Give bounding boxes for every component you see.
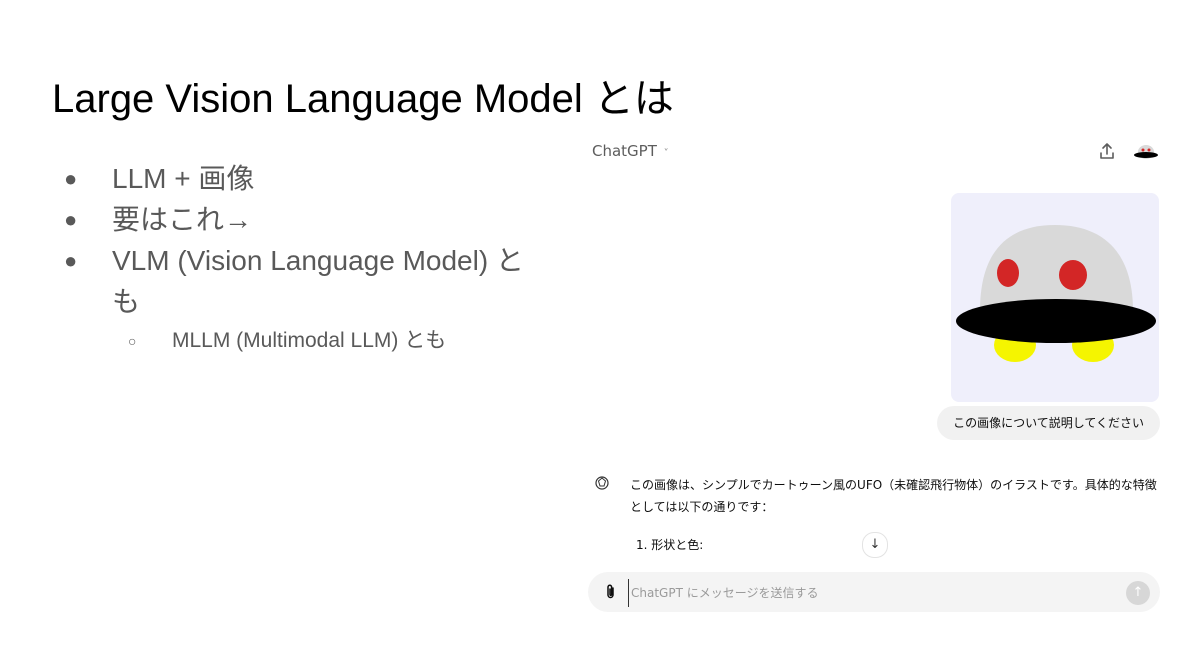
sub-bullet-text: MLLM (Multimodal LLM) とも (172, 329, 447, 352)
avatar[interactable] (1132, 138, 1160, 166)
slide: Large Vision Language Model とは ● LLM + 画… (0, 0, 1196, 669)
bullet-text: LLM + 画像 (112, 163, 255, 194)
user-uploaded-image[interactable] (951, 193, 1159, 402)
bullet-item: ● 要はこれ→ (62, 199, 542, 240)
assistant-list-item: 1. 形状と色: (636, 538, 704, 552)
model-selector-label: ChatGPT (592, 142, 657, 160)
bullet-item: ● VLM (Vision Language Model) とも (62, 240, 532, 322)
bullet-dot-icon: ● (64, 207, 78, 232)
chatgpt-screenshot: ChatGPT ˅ この画像について説明してください この画像は、シンプルでカー… (580, 130, 1176, 630)
model-selector[interactable]: ChatGPT ˅ (592, 142, 669, 160)
slide-title: Large Vision Language Model とは (52, 77, 674, 121)
bullet-text: VLM (Vision Language Model) とも (112, 245, 524, 317)
scroll-down-button[interactable]: ↓ (862, 532, 888, 558)
bullet-list: ● LLM + 画像 ● 要はこれ→ ● VLM (Vision Languag… (62, 158, 542, 358)
assistant-response: この画像は、シンプルでカートゥーン風のUFO（未確認飛行物体）のイラストです。具… (630, 478, 1157, 514)
message-composer: ↑ (588, 572, 1160, 612)
bullet-dot-icon: ● (64, 166, 78, 191)
user-message-bubble: この画像について説明してください (937, 406, 1160, 440)
send-button[interactable]: ↑ (1126, 581, 1150, 605)
sub-bullet-item: ○ MLLM (Multimodal LLM) とも (62, 324, 542, 358)
paperclip-icon[interactable] (602, 583, 620, 601)
ufo-avatar-icon (1134, 145, 1158, 159)
chevron-down-icon: ˅ (663, 148, 669, 159)
bullet-item: ● LLM + 画像 (62, 158, 542, 199)
ufo-illustration-icon (956, 225, 1156, 362)
bullet-text: 要はこれ→ (112, 204, 253, 235)
share-icon[interactable] (1098, 142, 1116, 160)
bullet-dot-icon: ● (64, 248, 78, 273)
sub-bullet-circle-icon: ○ (128, 333, 137, 349)
message-input[interactable] (628, 579, 1113, 607)
openai-logo-icon (595, 476, 609, 490)
